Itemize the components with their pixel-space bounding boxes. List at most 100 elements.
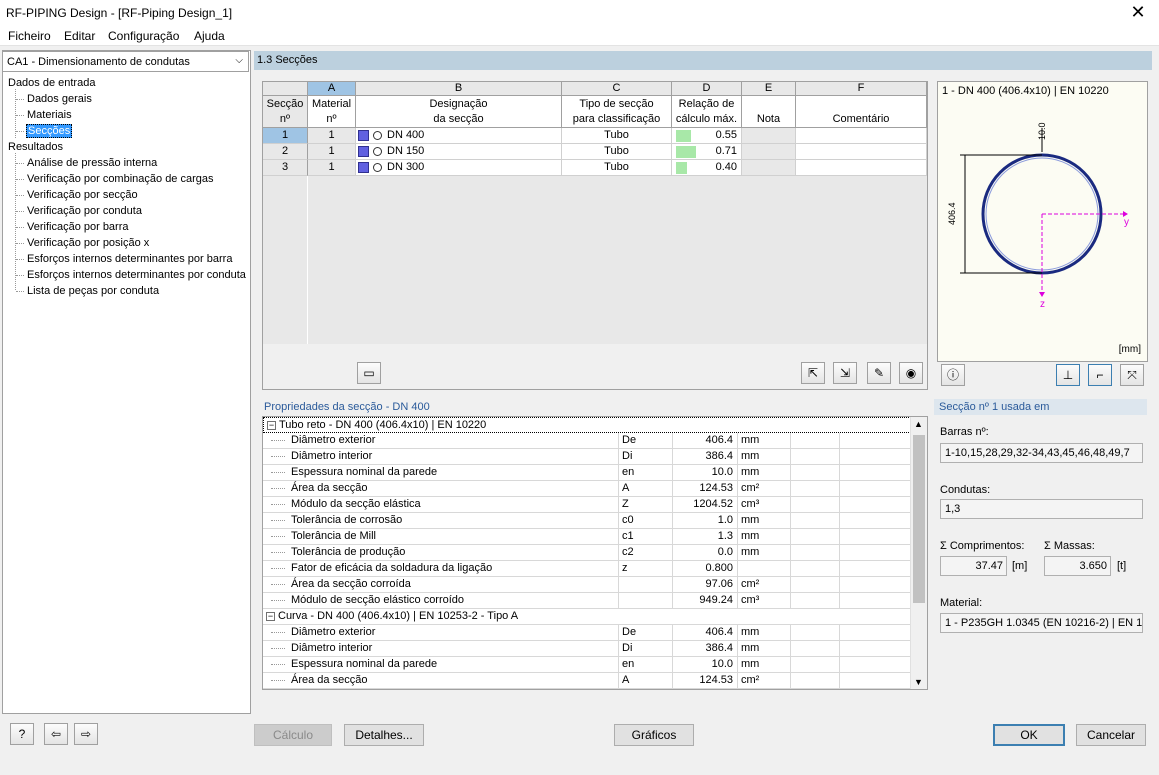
property-row: Tolerância de Mill c1 1.3 mm — [263, 529, 911, 545]
scroll-down-icon[interactable]: ▼ — [914, 677, 923, 687]
view-icon[interactable]: ◉ — [899, 362, 923, 384]
cancel-button[interactable]: Cancelar — [1076, 724, 1146, 746]
tree-item-lista-pecas[interactable]: Lista de peças por conduta — [27, 285, 159, 297]
type-cell[interactable]: Tubo — [562, 160, 672, 176]
property-unit: mm — [741, 626, 760, 638]
previous-icon[interactable]: ⇦ — [44, 723, 68, 745]
tree-item-por-seccao[interactable]: Verificação por secção — [27, 189, 138, 201]
tree-item-dados-gerais[interactable]: Dados gerais — [27, 93, 92, 105]
property-group[interactable]: − Curva - DN 400 (406.4x10) | EN 10253-2 … — [263, 609, 911, 625]
scroll-thumb[interactable] — [913, 435, 925, 603]
property-value: 406.4 — [705, 626, 733, 638]
ratio-cell[interactable]: 0.55 — [672, 128, 742, 144]
property-unit: cm² — [741, 482, 760, 494]
comment-cell[interactable] — [796, 144, 927, 160]
property-row: Tolerância de corrosão c0 1.0 mm — [263, 513, 911, 529]
note-cell[interactable] — [742, 160, 796, 176]
row-number[interactable]: 3 — [263, 160, 308, 176]
header-relacao-l1: Relação de — [678, 98, 735, 110]
next-icon[interactable]: ⇨ — [74, 723, 98, 745]
property-row: Diâmetro interior Di 386.4 mm — [263, 449, 911, 465]
scroll-up-icon[interactable]: ▲ — [914, 419, 923, 429]
type-cell[interactable]: Tubo — [562, 144, 672, 160]
mass-field[interactable]: 3.650 — [1044, 556, 1111, 576]
comment-cell[interactable] — [796, 160, 927, 176]
designation-cell[interactable]: DN 300 — [356, 160, 562, 176]
tree-item-por-barra[interactable]: Verificação por barra — [27, 221, 129, 233]
col-letter-f[interactable]: F — [796, 82, 927, 96]
tree-item-por-conduta[interactable]: Verificação por conduta — [27, 205, 142, 217]
preview-unit: [mm] — [1118, 344, 1141, 355]
pipes-field[interactable]: 1,3 — [940, 499, 1143, 519]
tree-connector — [271, 600, 285, 601]
tree-item-seccoes[interactable]: Secções — [26, 124, 73, 138]
menu-editar[interactable]: Editar — [64, 29, 95, 43]
collapse-icon[interactable]: − — [267, 421, 276, 430]
col-letter-a[interactable]: A — [308, 82, 356, 96]
col-letter-d[interactable]: D — [672, 82, 742, 96]
row-number[interactable]: 2 — [263, 144, 308, 160]
library-icon[interactable]: ▭ — [357, 362, 381, 384]
menu-ficheiro[interactable]: Ficheiro — [8, 29, 51, 43]
property-name: Tolerância de produção — [291, 546, 406, 558]
info-icon[interactable]: ⓘ — [941, 364, 965, 386]
export-excel-icon[interactable]: ⇱ — [801, 362, 825, 384]
header-seccao-l2: nº — [279, 113, 291, 125]
close-icon[interactable]: ✕ — [1127, 2, 1149, 23]
material-cell[interactable]: 1 — [308, 144, 356, 160]
ok-button[interactable]: OK — [993, 724, 1065, 746]
tree-item-esforcos-barra[interactable]: Esforços internos determinantes por barr… — [27, 253, 232, 265]
tree-item-pressao-interna[interactable]: Análise de pressão interna — [27, 157, 157, 169]
property-unit: mm — [741, 546, 760, 558]
property-value: 386.4 — [705, 642, 733, 654]
tree-item-combinacao-cargas[interactable]: Verificação por combinação de cargas — [27, 173, 214, 185]
members-field[interactable]: 1-10,15,28,29,32-34,43,45,46,48,49,7 — [940, 443, 1143, 463]
col-letter-b[interactable]: B — [356, 82, 562, 96]
tree-results[interactable]: Resultados — [8, 141, 63, 153]
color-swatch — [358, 162, 369, 173]
details-button[interactable]: Detalhes... — [344, 724, 424, 746]
ratio-cell[interactable]: 0.71 — [672, 144, 742, 160]
title-bar: RF-PIPING Design - [RF-Piping Design_1] … — [0, 0, 1159, 26]
property-value: 1.0 — [717, 514, 733, 526]
ratio-bar — [676, 162, 687, 174]
menu-configuracao[interactable]: Configuração — [108, 29, 179, 43]
axes-icon[interactable]: ⌐ — [1088, 364, 1112, 386]
pick-icon[interactable]: ✎ — [867, 362, 891, 384]
material-cell[interactable]: 1 — [308, 128, 356, 144]
designation-cell[interactable]: DN 150 — [356, 144, 562, 160]
graphics-button[interactable]: Gráficos — [614, 724, 694, 746]
comment-cell[interactable] — [796, 128, 927, 144]
property-name: Diâmetro interior — [291, 642, 373, 654]
note-cell[interactable] — [742, 128, 796, 144]
properties-scrollbar[interactable]: ▲ ▼ — [910, 417, 927, 689]
designation-cell[interactable]: DN 400 — [356, 128, 562, 144]
case-select[interactable]: CA1 - Dimensionamento de condutas ⌵ — [2, 51, 249, 72]
row-number[interactable]: 1 — [263, 128, 308, 144]
length-field[interactable]: 37.47 — [940, 556, 1007, 576]
material-cell[interactable]: 1 — [308, 160, 356, 176]
property-row: Área da secção A 124.53 cm² — [263, 481, 911, 497]
calculation-button[interactable]: Cálculo — [254, 724, 332, 746]
property-name: Diâmetro exterior — [291, 626, 376, 638]
col-letter-c[interactable]: C — [562, 82, 672, 96]
dimension-icon[interactable]: ⊥ — [1056, 364, 1080, 386]
axis-y-label: y — [1124, 217, 1129, 228]
pipe-icon — [373, 131, 382, 140]
collapse-icon[interactable]: − — [266, 612, 275, 621]
col-letter-e[interactable]: E — [742, 82, 796, 96]
material-field[interactable]: 1 - P235GH 1.0345 (EN 10216-2) | EN 13 — [940, 613, 1143, 633]
type-cell[interactable]: Tubo — [562, 128, 672, 144]
note-cell[interactable] — [742, 144, 796, 160]
import-excel-icon[interactable]: ⇲ — [833, 362, 857, 384]
property-group[interactable]: − Tubo reto - DN 400 (406.4x10) | EN 1022… — [263, 417, 911, 433]
tree-input-data[interactable]: Dados de entrada — [8, 77, 95, 89]
tree-item-por-posicao[interactable]: Verificação por posição x — [27, 237, 149, 249]
ratio-cell[interactable]: 0.40 — [672, 160, 742, 176]
tree-item-materiais[interactable]: Materiais — [27, 109, 72, 121]
tree-item-esforcos-conduta[interactable]: Esforços internos determinantes por cond… — [27, 269, 246, 281]
property-symbol: A — [622, 482, 630, 494]
help-icon[interactable]: ? — [10, 723, 34, 745]
menu-ajuda[interactable]: Ajuda — [194, 29, 225, 43]
reset-view-icon[interactable]: ⤧ — [1120, 364, 1144, 386]
